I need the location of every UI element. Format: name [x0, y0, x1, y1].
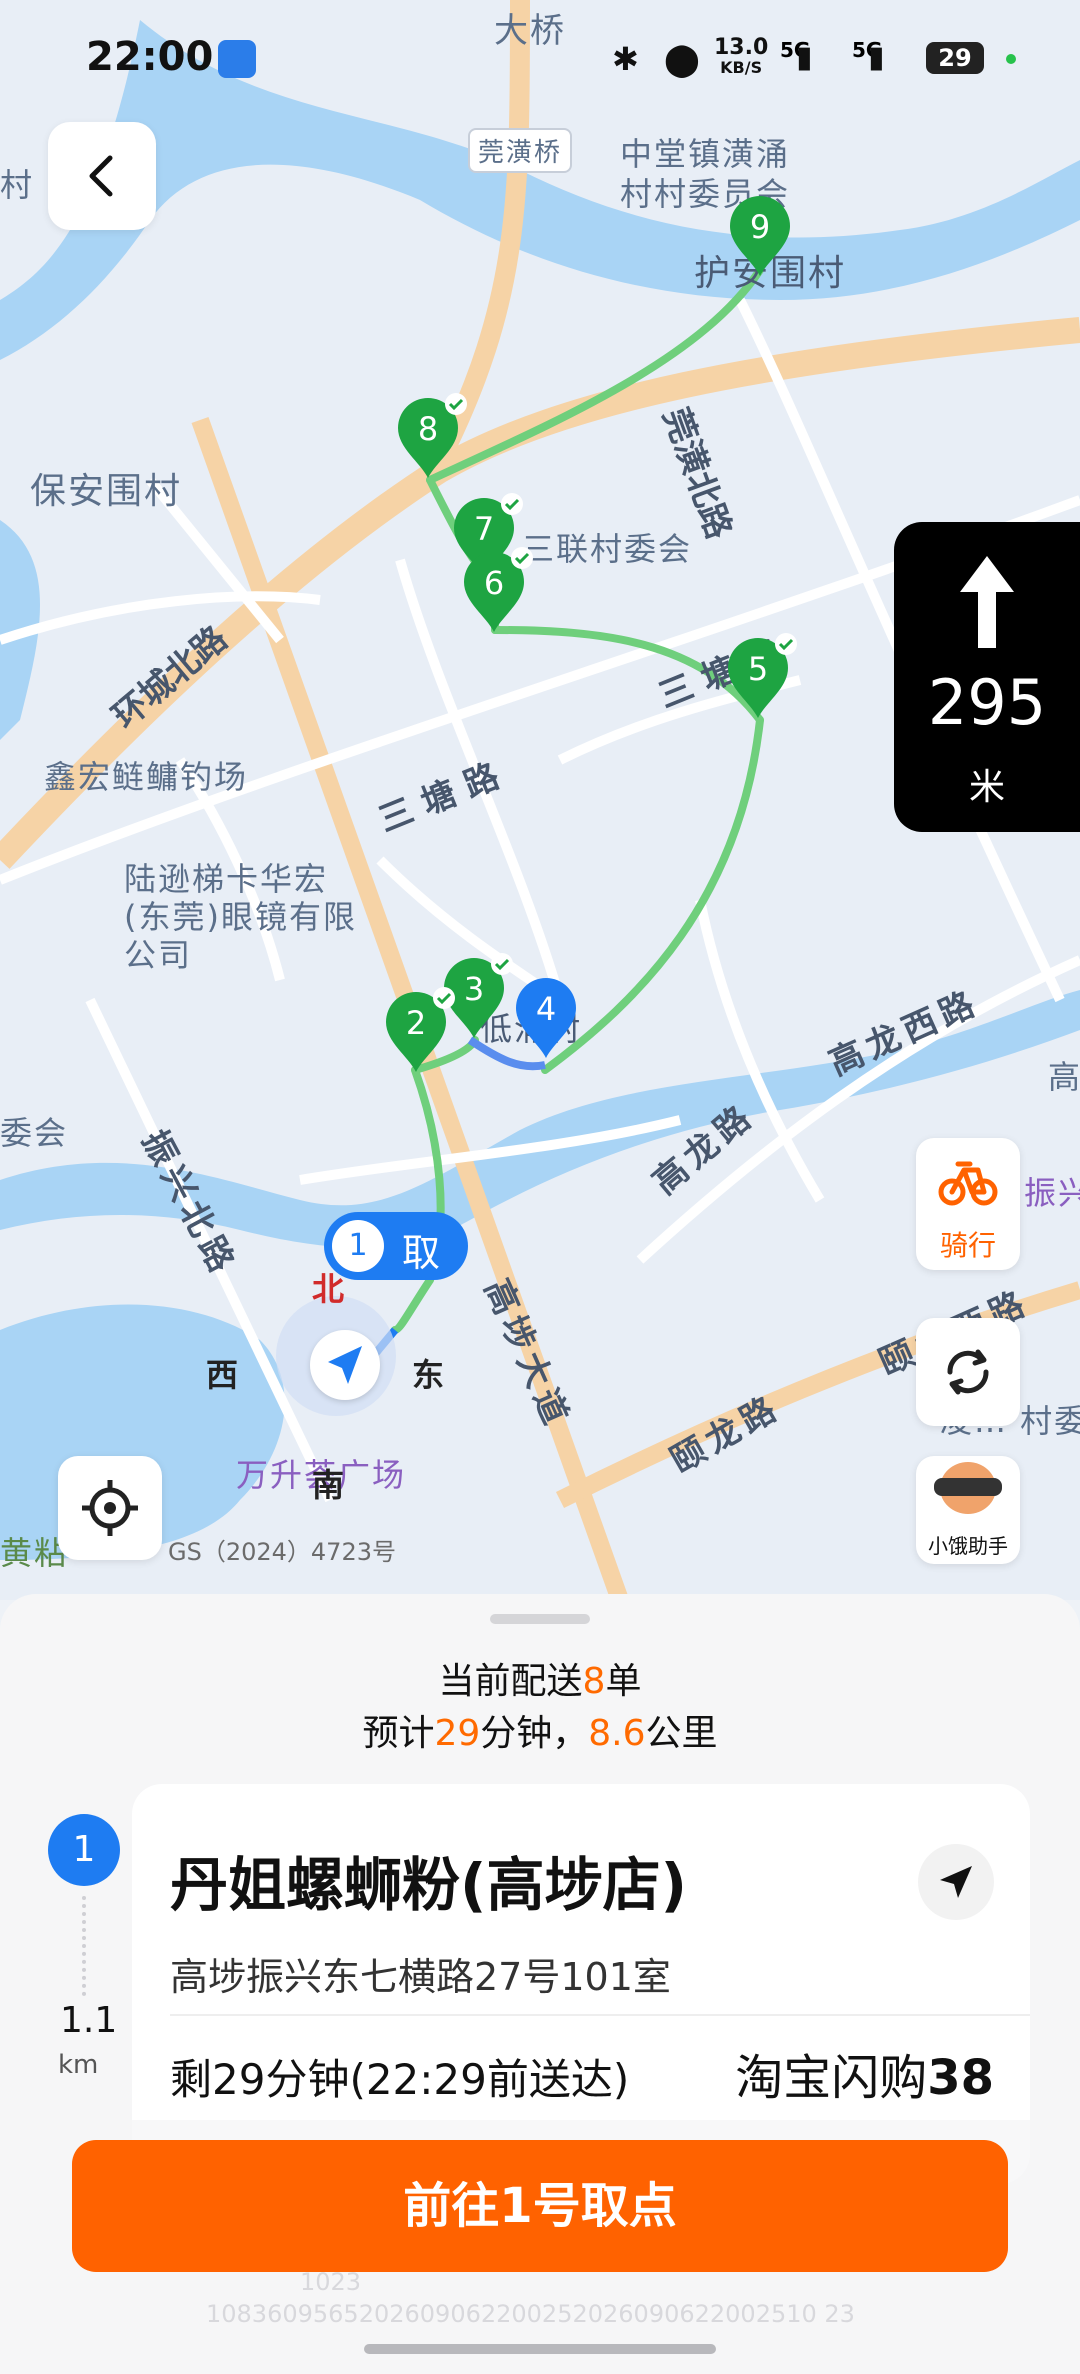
refresh-route-button[interactable]: [916, 1318, 1020, 1426]
status-bar: 22:00 ✱ ⬤ 13.0 KB/S 5G ▮ 5G ▮ 29: [0, 0, 1080, 120]
ride-mode-label: 骑行: [939, 1229, 996, 1262]
stop-number: 3: [464, 970, 484, 1008]
eta-mid: 分钟，: [480, 1713, 589, 1754]
compass-west: 西: [206, 1356, 239, 1394]
stop-marker-8[interactable]: 8: [396, 390, 470, 486]
label-luxun-glasses: 陆逊梯卡华宏(东莞)眼镜有限公司: [124, 860, 357, 974]
status-time: 22:00: [86, 34, 214, 80]
order-summary: 当前配送8单: [0, 1652, 1080, 1704]
compass-south: 南: [312, 1466, 345, 1504]
label-village-committee-left: 委会: [0, 1114, 69, 1152]
summary-prefix: 当前配送: [438, 1661, 583, 1702]
step-badge: 1: [48, 1814, 120, 1886]
bicycle-icon: [938, 1161, 998, 1206]
crosshair-icon: [82, 1480, 138, 1536]
pin-icon: 6: [464, 547, 533, 632]
stop-marker-9[interactable]: 9: [728, 194, 792, 282]
stop-marker-4[interactable]: 4: [514, 976, 578, 1064]
remaining-time: 剩29分钟(22:29前送达): [170, 2055, 630, 2104]
signal-icon-1: ▮: [796, 40, 813, 75]
ride-mode-button[interactable]: 骑行: [916, 1138, 1020, 1270]
stop-number: 5: [748, 650, 768, 688]
battery-icon: 29: [926, 42, 984, 74]
goggles-icon: [934, 1478, 1002, 1496]
stop-number: 7: [474, 510, 494, 548]
navigation-arrow-icon: [940, 1866, 972, 1898]
step-distance: 1.1: [60, 2000, 118, 2041]
pin-icon: 2: [386, 987, 455, 1072]
stop-number: 4: [536, 990, 556, 1028]
stop-marker-6[interactable]: 6: [462, 544, 536, 640]
charging-dot: [1006, 54, 1016, 64]
shop-address: 高埗振兴东七横路27号101室: [170, 1955, 671, 1999]
label-sanlian-committee: 三联村委会: [522, 530, 693, 568]
network-speed: 13.0 KB/S: [714, 35, 769, 78]
eta-distance: 8.6: [588, 1713, 646, 1754]
watermark-code: 1083609565202609062200252026090622002510…: [206, 2300, 855, 2328]
label-guanhuang-bridge: 莞潢桥: [468, 128, 573, 173]
card-divider: [170, 2014, 1030, 2016]
map-approval-number: GS（2024）4723号: [168, 1538, 396, 1566]
assistant-label: 小饿助手: [928, 1534, 1008, 1558]
back-button[interactable]: [48, 122, 156, 230]
timeline-line: [82, 1896, 90, 1996]
stop-number: 8: [418, 410, 438, 448]
stop-number: 9: [750, 208, 770, 246]
go-to-pickup-button[interactable]: 前往1号取点: [72, 2140, 1008, 2272]
compass: 北 西 东 南: [206, 1270, 444, 1504]
refresh-icon: [947, 1349, 989, 1395]
label-right-edge-zhen: 振兴: [1024, 1174, 1080, 1212]
home-indicator[interactable]: [364, 2344, 716, 2354]
summary-suffix: 单: [605, 1661, 642, 1702]
platform-name: 淘宝闪购: [735, 2050, 928, 2106]
navigate-button[interactable]: [918, 1844, 994, 1920]
signal-icon-2: ▮: [868, 40, 885, 75]
label-right-edge-gao: 高: [1048, 1058, 1080, 1096]
turn-distance: 295: [927, 666, 1047, 739]
pin-icon: 5: [728, 633, 797, 718]
label-left-edge-village: 村: [0, 166, 35, 204]
eta-minutes: 29: [434, 1713, 481, 1754]
watermark-short: 1023: [300, 2268, 362, 2296]
turn-distance-unit: 米: [968, 767, 1005, 808]
turn-instruction-card[interactable]: 295 米: [894, 522, 1080, 832]
stop-marker-5[interactable]: 5: [726, 630, 800, 726]
network-speed-unit: KB/S: [720, 58, 763, 77]
step-distance-unit: km: [58, 2050, 99, 2080]
pin-icon: 4: [516, 978, 576, 1058]
stop-number: 2: [406, 1004, 426, 1042]
bluetooth-icon: ✱: [612, 40, 639, 78]
chevron-left-icon: [89, 155, 113, 197]
label-xinhong-fishery: 鑫宏鲢鳙钓场: [44, 758, 249, 796]
locate-me-button[interactable]: [58, 1456, 162, 1560]
app-notification-icon: [218, 40, 256, 78]
location-icon: ⬤: [664, 40, 700, 78]
eta-prefix: 预计: [362, 1713, 435, 1754]
compass-north: 北: [312, 1270, 345, 1308]
navigation-arrow-icon: [328, 1346, 362, 1384]
straight-arrow-icon: [960, 556, 1014, 648]
compass-east: 东: [412, 1356, 445, 1394]
assistant-button[interactable]: 小饿助手: [916, 1456, 1020, 1564]
eta-unit: 公里: [645, 1713, 718, 1754]
drag-handle[interactable]: [490, 1614, 590, 1624]
shop-name: 丹姐螺蛳粉(高埗店): [170, 1851, 688, 1919]
network-speed-value: 13.0: [714, 35, 769, 60]
pin-icon: 8: [398, 393, 467, 478]
platform-order-number: 38: [927, 2050, 994, 2106]
pickup-label: 取: [402, 1231, 441, 1275]
order-count: 8: [582, 1661, 606, 1702]
stop-number: 6: [484, 564, 504, 602]
pin-icon: 9: [730, 196, 790, 276]
stop-marker-2[interactable]: 2: [384, 984, 458, 1080]
eta-summary: 预计29分钟，8.6公里: [0, 1704, 1080, 1756]
label-baoan-village: 保安围村: [30, 471, 183, 512]
order-platform: 淘宝闪购38: [735, 2038, 994, 2108]
